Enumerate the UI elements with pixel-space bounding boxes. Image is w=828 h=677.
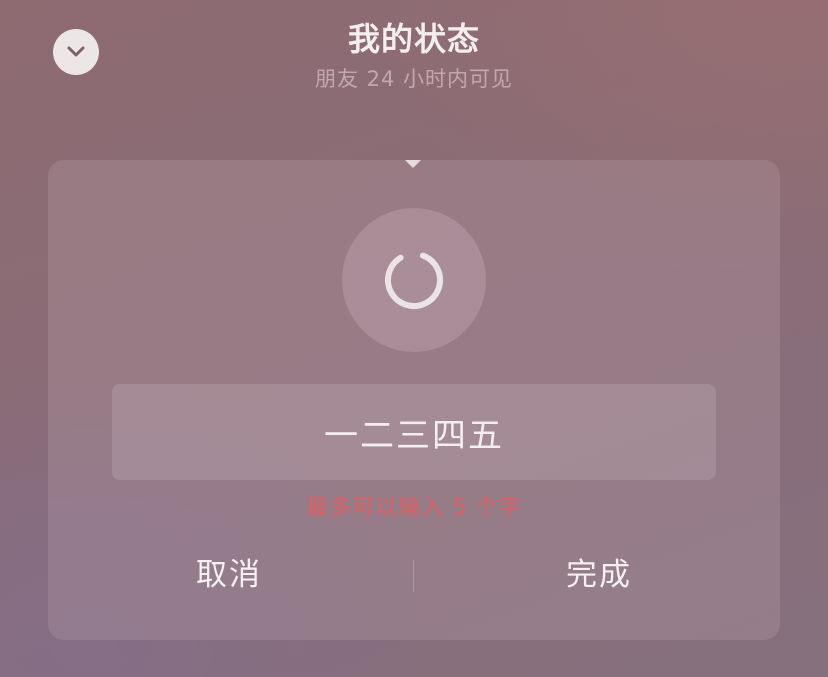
done-button[interactable]: 完成 (468, 550, 730, 600)
character-limit-hint: 最多可以输入 5 个字 (306, 496, 522, 521)
status-text-input[interactable]: 一二三四五 (112, 384, 716, 480)
loading-spinner-icon (385, 251, 443, 309)
status-icon-picker[interactable] (342, 160, 486, 352)
caret-down-icon (405, 160, 421, 168)
cancel-button[interactable]: 取消 (98, 550, 360, 600)
button-divider (413, 560, 414, 592)
page-title: 我的状态 (347, 20, 480, 58)
visibility-subtitle: 朋友 24 小时内可见 (314, 67, 514, 91)
status-card: 一二三四五 最多可以输入 5 个字 取消 完成 (48, 160, 780, 640)
